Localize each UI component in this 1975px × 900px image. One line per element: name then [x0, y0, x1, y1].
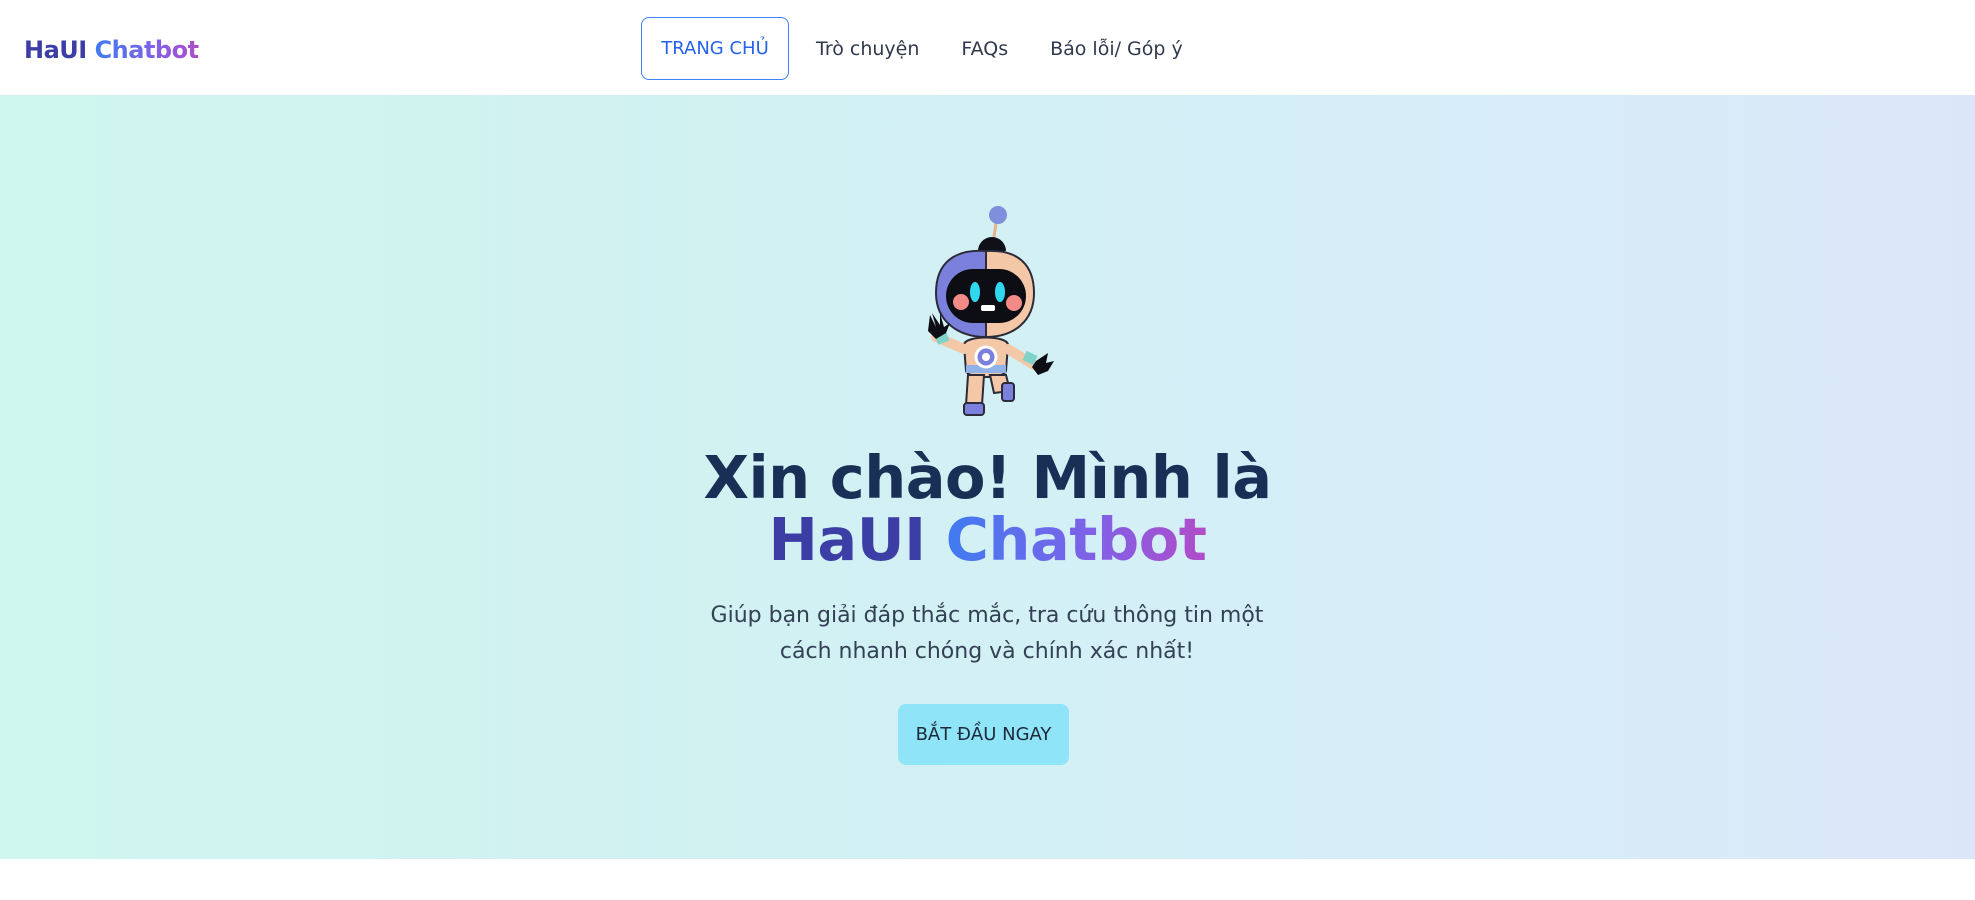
nav-feedback-label: Báo lỗi/ Góp ý — [1050, 37, 1183, 60]
robot-mascot-icon — [928, 206, 1054, 416]
brand-name-chatbot: Chatbot — [94, 36, 200, 64]
hero-title-line2: HaUI Chatbot — [0, 509, 1975, 571]
nav-home-label: TRANG CHỦ — [661, 38, 769, 59]
nav-chat-label: Trò chuyện — [816, 37, 920, 60]
hero-title-chatbot: Chatbot — [945, 505, 1207, 574]
hero-subtitle: Giúp bạn giải đáp thắc mắc, tra cứu thôn… — [710, 603, 1264, 664]
nav-faqs[interactable]: FAQs — [940, 18, 1029, 79]
hero-title-line1: Xin chào! Mình là — [703, 443, 1272, 512]
nav-feedback[interactable]: Báo lỗi/ Góp ý — [1029, 18, 1204, 79]
hero-title: Xin chào! Mình là HaUI Chatbot — [0, 447, 1975, 571]
top-navbar: HaUI Chatbot TRANG CHỦ Trò chuyện FAQs B… — [0, 0, 1975, 95]
brand-name-haui: HaUI — [24, 36, 87, 64]
nav-chat[interactable]: Trò chuyện — [795, 18, 940, 79]
nav-faqs-label: FAQs — [961, 37, 1009, 60]
hero-title-haui: HaUI — [768, 505, 927, 574]
hero-section: Xin chào! Mình là HaUI Chatbot Giúp bạn … — [0, 95, 1975, 859]
start-now-button[interactable]: BẮT ĐẦU NGAY — [898, 704, 1069, 765]
nav-home[interactable]: TRANG CHỦ — [641, 17, 789, 80]
main-nav: TRANG CHỦ Trò chuyện FAQs Báo lỗi/ Góp ý — [641, 17, 1204, 80]
brand-logo[interactable]: HaUI Chatbot — [24, 33, 199, 67]
